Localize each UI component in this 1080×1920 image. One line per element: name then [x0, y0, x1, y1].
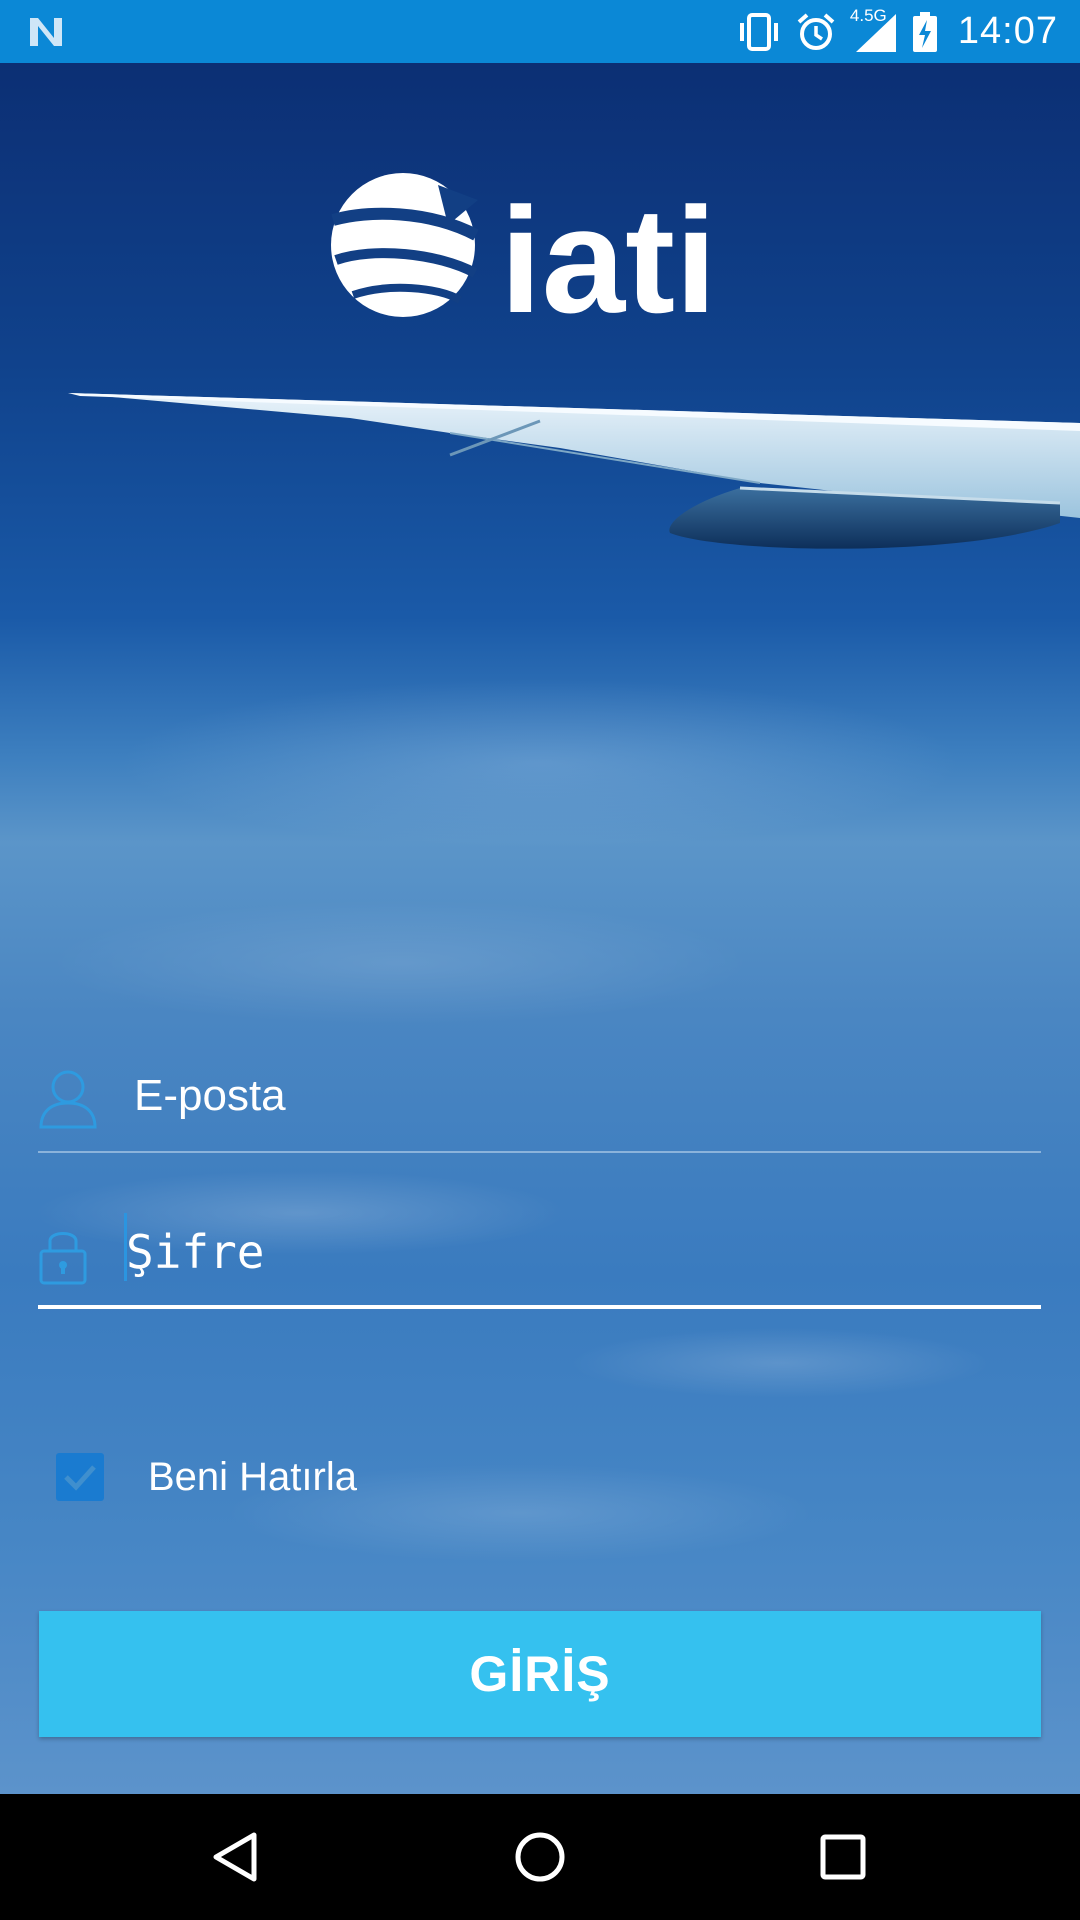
iati-logo: iati: [328, 165, 758, 344]
logo-wordmark: iati: [500, 176, 717, 325]
home-icon[interactable]: [510, 1827, 570, 1887]
password-field[interactable]: [38, 1201, 1041, 1309]
password-input[interactable]: [126, 1217, 1006, 1287]
remember-me-row[interactable]: Beni Hatırla: [56, 1452, 357, 1502]
alarm-icon: [796, 12, 836, 52]
password-underline: [38, 1305, 1041, 1309]
signal-icon: 4.5G: [850, 6, 898, 54]
remember-me-checkbox[interactable]: [56, 1453, 104, 1501]
recents-icon[interactable]: [813, 1827, 873, 1887]
email-input[interactable]: [134, 1061, 1014, 1131]
navigation-bar: [0, 1794, 1080, 1920]
user-icon: [38, 1067, 98, 1131]
login-screen: 4.5G 14:07 iati E-posta Beni Hatırla GİR…: [0, 0, 1080, 1920]
status-bar: 4.5G 14:07: [0, 0, 1080, 63]
battery-charging-icon: [912, 11, 938, 52]
email-underline: [38, 1151, 1041, 1153]
back-icon[interactable]: [206, 1827, 266, 1887]
checkmark-icon: [64, 1465, 96, 1491]
vibrate-icon: [736, 12, 782, 52]
network-type-label: 4.5G: [849, 5, 887, 25]
lock-icon: [38, 1223, 98, 1287]
notification-n-icon: [26, 12, 66, 52]
status-time: 14:07: [957, 10, 1058, 52]
login-button[interactable]: GİRİŞ: [39, 1611, 1041, 1737]
email-field[interactable]: [38, 1045, 1041, 1153]
background-sky: iati: [0, 63, 1080, 1794]
remember-me-label: Beni Hatırla: [148, 1454, 357, 1499]
